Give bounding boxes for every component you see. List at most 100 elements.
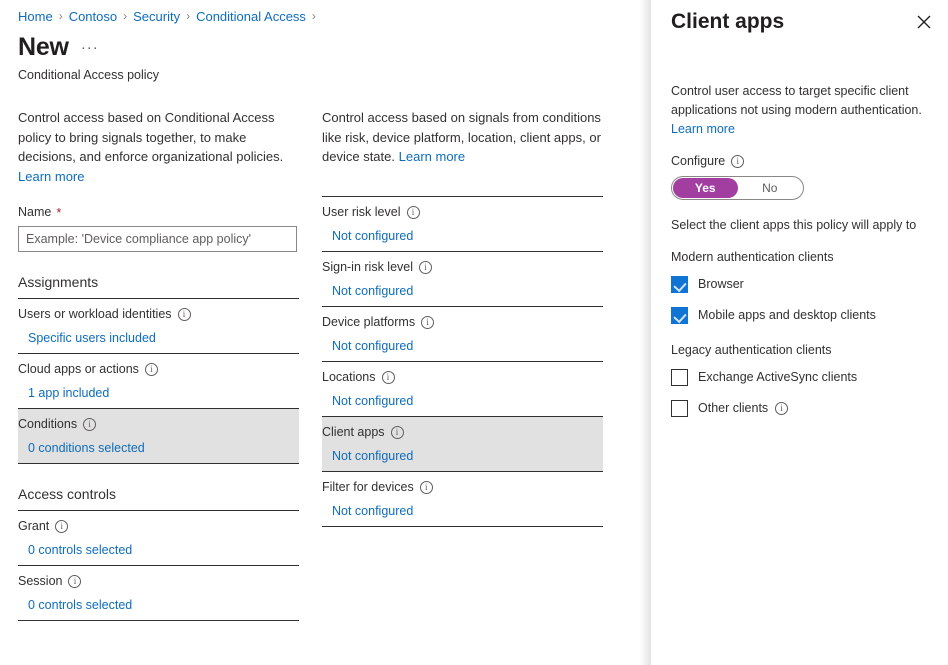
setting-label: Device platforms i: [322, 314, 603, 331]
checkbox-row-other-clients[interactable]: Other clients i: [671, 400, 923, 417]
page-subtitle: Conditional Access policy: [18, 67, 159, 83]
conditions-intro: Control access based on signals from con…: [322, 108, 603, 167]
configure-label-text: Configure: [671, 153, 725, 170]
setting-device-platforms[interactable]: Device platforms i Not configured: [322, 307, 603, 361]
checkbox-row-exchange-activesync-clients[interactable]: Exchange ActiveSync clients: [671, 369, 923, 386]
setting-cloud-apps-or-actions[interactable]: Cloud apps or actions i 1 app included: [18, 354, 299, 408]
setting-value-link[interactable]: Not configured: [332, 393, 603, 410]
panel-learn-more-link[interactable]: Learn more: [671, 122, 735, 136]
checkbox-label-text: Mobile apps and desktop clients: [698, 307, 876, 324]
setting-user-risk-level[interactable]: User risk level i Not configured: [322, 197, 603, 251]
info-icon[interactable]: i: [421, 316, 434, 329]
checkbox-other-clients[interactable]: [671, 400, 688, 417]
setting-value-link[interactable]: Not configured: [332, 503, 603, 520]
checkbox-label: Mobile apps and desktop clients: [698, 307, 876, 324]
breadcrumb-item-security[interactable]: Security: [133, 8, 180, 26]
setting-label-text: Users or workload identities: [18, 306, 172, 323]
setting-label: Filter for devices i: [322, 479, 603, 496]
setting-label-text: Locations: [322, 369, 376, 386]
info-icon[interactable]: i: [68, 575, 81, 588]
setting-label: Users or workload identities i: [18, 306, 299, 323]
breadcrumb-separator-icon: ›: [186, 7, 190, 25]
conditions-learn-more-link[interactable]: Learn more: [399, 149, 465, 164]
setting-label-text: User risk level: [322, 204, 401, 221]
group-heading-legacy-authentication-clients: Legacy authentication clients: [671, 342, 923, 359]
setting-value-link[interactable]: Specific users included: [28, 330, 299, 347]
info-icon[interactable]: i: [391, 426, 404, 439]
setting-client-apps[interactable]: Client apps i Not configured: [322, 417, 603, 471]
policy-name-input[interactable]: [18, 226, 297, 252]
breadcrumb: Home › Contoso › Security › Conditional …: [18, 8, 322, 26]
page-title: New: [18, 32, 69, 62]
setting-value-link[interactable]: Not configured: [332, 448, 603, 465]
info-icon[interactable]: i: [420, 481, 433, 494]
setting-label-text: Conditions: [18, 416, 77, 433]
setting-label: Sign-in risk level i: [322, 259, 603, 276]
info-icon[interactable]: i: [382, 371, 395, 384]
info-icon[interactable]: i: [178, 308, 191, 321]
checkbox-label-text: Browser: [698, 276, 744, 293]
setting-sign-in-risk-level[interactable]: Sign-in risk level i Not configured: [322, 252, 603, 306]
setting-label-text: Client apps: [322, 424, 385, 441]
panel-description-text: Control user access to target specific c…: [671, 84, 922, 117]
setting-session[interactable]: Session i 0 controls selected: [18, 566, 299, 620]
setting-label-text: Session: [18, 573, 62, 590]
breadcrumb-item-conditional-access[interactable]: Conditional Access: [196, 8, 306, 26]
setting-value-link[interactable]: Not configured: [332, 228, 603, 245]
panel-title: Client apps: [671, 8, 784, 36]
info-icon[interactable]: i: [83, 418, 96, 431]
configure-label: Configure i: [671, 153, 923, 170]
checkbox-label-text: Other clients: [698, 400, 768, 417]
setting-value-link[interactable]: Not configured: [332, 283, 603, 300]
divider: [322, 526, 603, 527]
info-icon[interactable]: i: [775, 402, 788, 415]
setting-value-link[interactable]: 0 controls selected: [28, 597, 299, 614]
checkbox-mobile-apps-and-desktop-clients[interactable]: [671, 307, 688, 324]
panel-body: Control user access to target specific c…: [671, 82, 923, 431]
checkbox-exchange-activesync-clients[interactable]: [671, 369, 688, 386]
conditional-access-new-policy-page: Home › Contoso › Security › Conditional …: [0, 0, 948, 665]
checkbox-browser[interactable]: [671, 276, 688, 293]
setting-conditions[interactable]: Conditions i 0 conditions selected: [18, 409, 299, 463]
toggle-option-no[interactable]: No: [738, 178, 803, 198]
panel-shadow: [640, 0, 650, 665]
info-icon[interactable]: i: [55, 520, 68, 533]
setting-label-text: Sign-in risk level: [322, 259, 413, 276]
setting-label-text: Filter for devices: [322, 479, 414, 496]
setting-users-or-workload-identities[interactable]: Users or workload identities i Specific …: [18, 299, 299, 353]
setting-grant[interactable]: Grant i 0 controls selected: [18, 511, 299, 565]
info-icon[interactable]: i: [145, 363, 158, 376]
assignments-intro: Control access based on Conditional Acce…: [18, 108, 299, 186]
assignments-column: Control access based on Conditional Acce…: [18, 108, 299, 621]
configure-toggle[interactable]: Yes No: [671, 176, 804, 200]
close-icon[interactable]: [910, 8, 938, 36]
breadcrumb-item-home[interactable]: Home: [18, 8, 53, 26]
setting-label: Locations i: [322, 369, 603, 386]
breadcrumb-item-contoso[interactable]: Contoso: [69, 8, 117, 26]
access-controls-section-heading: Access controls: [18, 484, 299, 504]
setting-value-link[interactable]: 0 conditions selected: [28, 440, 299, 457]
checkbox-row-mobile-apps-and-desktop-clients[interactable]: Mobile apps and desktop clients: [671, 307, 923, 324]
info-icon[interactable]: i: [731, 155, 744, 168]
breadcrumb-separator-icon: ›: [312, 7, 316, 25]
setting-value-link[interactable]: 0 controls selected: [28, 542, 299, 559]
checkbox-row-browser[interactable]: Browser: [671, 276, 923, 293]
setting-value-link[interactable]: 1 app included: [28, 385, 299, 402]
checkbox-label-text: Exchange ActiveSync clients: [698, 369, 857, 386]
breadcrumb-separator-icon: ›: [123, 7, 127, 25]
name-label-text: Name: [18, 204, 51, 221]
client-apps-panel: Client apps Control user access to targe…: [650, 0, 948, 665]
info-icon[interactable]: i: [419, 261, 432, 274]
info-icon[interactable]: i: [407, 206, 420, 219]
more-options-button[interactable]: ···: [81, 40, 99, 62]
setting-label: Conditions i: [18, 416, 299, 433]
setting-label: User risk level i: [322, 204, 603, 221]
panel-prompt: Select the client apps this policy will …: [671, 216, 923, 235]
setting-locations[interactable]: Locations i Not configured: [322, 362, 603, 416]
breadcrumb-separator-icon: ›: [59, 7, 63, 25]
toggle-option-yes[interactable]: Yes: [673, 178, 738, 198]
assignments-learn-more-link[interactable]: Learn more: [18, 169, 84, 184]
panel-description: Control user access to target specific c…: [671, 82, 923, 139]
setting-filter-for-devices[interactable]: Filter for devices i Not configured: [322, 472, 603, 526]
setting-value-link[interactable]: Not configured: [332, 338, 603, 355]
